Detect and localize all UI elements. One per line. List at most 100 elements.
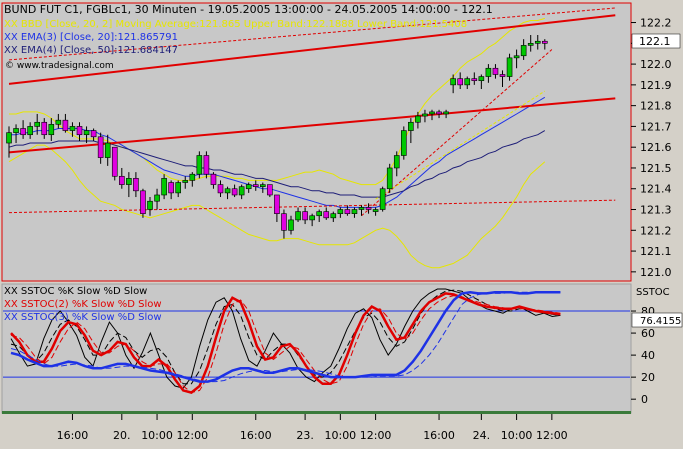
candle-71 (506, 53, 513, 81)
candle-body (436, 111, 442, 115)
candle-54 (386, 163, 393, 193)
time-tick-label: 16:00 (423, 429, 455, 442)
candle-body (323, 211, 330, 219)
candle-body (147, 200, 153, 210)
candle-body (351, 209, 358, 214)
candle-body (400, 130, 407, 156)
candle-body (429, 111, 435, 115)
candle-body (344, 209, 351, 214)
candle-body (76, 126, 83, 136)
candle-body (457, 78, 464, 86)
candle-body (133, 178, 139, 192)
candle-body (217, 184, 224, 194)
candle-body (104, 142, 111, 158)
candle-body (27, 126, 33, 136)
candle-body (302, 211, 308, 221)
candle-body (48, 124, 55, 136)
candle-body (111, 146, 118, 177)
time-tick-label: 12:00 (536, 429, 568, 442)
legend-bbd[interactable]: XX BBD [Close, 20, 2] Moving Average:121… (4, 19, 467, 31)
candle-body (168, 182, 174, 194)
candle-body (492, 67, 499, 75)
candle-body (119, 175, 125, 185)
stoch-tick-label: 40 (641, 349, 655, 362)
copyright-icon: © (5, 61, 17, 71)
candle-body (154, 194, 160, 202)
price-tick-label: 121.1 (640, 245, 672, 258)
stoch-panel-label: SSTOC (636, 287, 670, 298)
candle-body (295, 211, 301, 221)
candle-body (6, 132, 12, 144)
candle-19 (140, 188, 146, 218)
candle-body (450, 78, 456, 86)
candle-body (69, 126, 76, 131)
stoch-legend-1[interactable]: XX SSTOC %K Slow %D Slow (4, 286, 147, 298)
candle-body (189, 173, 196, 181)
candle-body (471, 78, 478, 82)
candle-body (464, 78, 471, 86)
time-tick-label: 12:00 (176, 429, 208, 442)
stoch-tick-label: 60 (641, 327, 655, 340)
candle-body (393, 155, 400, 169)
candle-body (415, 115, 421, 123)
candle-27 (196, 151, 203, 179)
candle-28 (203, 151, 210, 179)
candle-body (365, 207, 372, 210)
price-tick-label: 121.8 (640, 100, 672, 113)
candle-body (485, 67, 492, 77)
candle-body (541, 40, 548, 44)
legend-ema3[interactable]: XX EMA(3) [Close, 20]:121.865791 (4, 32, 178, 44)
candle-body (506, 57, 513, 77)
candle-body (478, 76, 485, 82)
candle-body (182, 180, 189, 183)
candle-body (316, 211, 323, 217)
candle-body (358, 207, 365, 210)
credit-line: © www.tradesignal.com (5, 60, 114, 72)
price-tick-label: 121.9 (640, 79, 672, 92)
time-tick-label: 10:00 (324, 429, 356, 442)
candle-body (408, 121, 414, 131)
price-tick-label: 121.6 (640, 141, 672, 154)
candle-body (90, 130, 97, 138)
candle-body (62, 119, 69, 131)
candle-body (379, 188, 386, 210)
candle-body (330, 213, 337, 219)
time-tick-label: 16:00 (240, 429, 272, 442)
chart-title: BUND FUT C1, FGBLc1, 30 Minuten - 19.05.… (4, 3, 493, 16)
candle-body (55, 119, 62, 125)
stoch-bottom-strip (2, 411, 631, 414)
candle-body (196, 155, 203, 175)
candle-body (175, 182, 181, 194)
candle-body (443, 111, 449, 115)
candle-37 (267, 184, 273, 198)
stoch-legend-3[interactable]: XX SSTOC(3) %K Slow %D Slow (4, 312, 162, 324)
candle-body (337, 209, 344, 214)
candle-body (83, 130, 90, 136)
candle-body (259, 184, 266, 187)
candle-body (386, 167, 393, 190)
candle-body (513, 55, 520, 59)
price-tick-label: 121.3 (640, 204, 672, 217)
candle-body (140, 190, 146, 214)
candle-body (34, 121, 41, 127)
price-tick-label: 122.2 (640, 17, 672, 30)
candle-body (288, 219, 294, 231)
legend-ema4[interactable]: XX EMA(4) [Close, 50]:121.684147 (4, 45, 178, 57)
stoch-tick-label: 20 (641, 371, 655, 384)
candle-body (210, 173, 217, 185)
price-tick-label: 122.0 (640, 58, 672, 71)
candle-body (224, 188, 231, 194)
candle-body (20, 128, 26, 136)
price-tick-label: 121.7 (640, 120, 672, 133)
candle-body (527, 43, 534, 46)
candle-body (274, 194, 280, 214)
candle-body (13, 128, 19, 133)
candle-body (372, 209, 379, 212)
time-tick-label: 24. (473, 429, 491, 442)
stoch-tick-label: 0 (641, 393, 648, 406)
candle-body (97, 136, 104, 158)
candle-body (41, 121, 48, 136)
candle-body (281, 213, 287, 231)
stoch-legend-2[interactable]: XX SSTOC(2) %K Slow %D Slow (4, 299, 162, 311)
candle-body (309, 215, 315, 221)
